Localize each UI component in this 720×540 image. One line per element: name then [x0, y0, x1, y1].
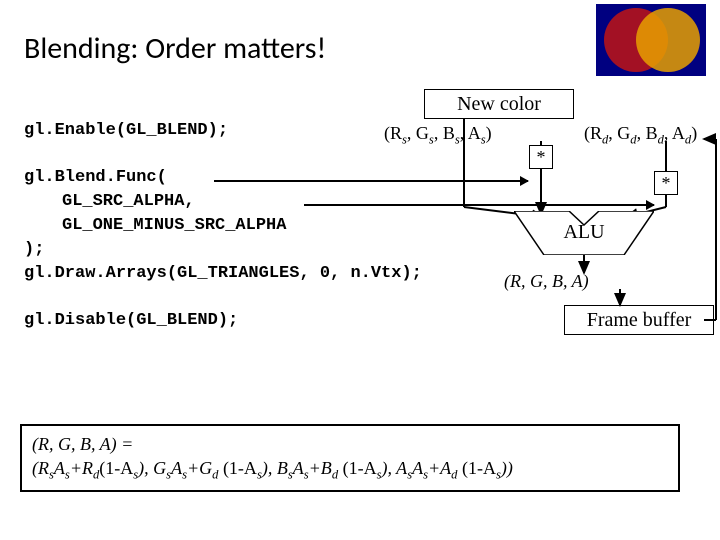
rgba-dest-label: (Rd, Gd, Bd, Ad) [584, 123, 697, 148]
multiply-dst-box: * [654, 171, 678, 195]
framebuffer-box: Frame buffer [564, 305, 714, 335]
equation-box: (R, G, B, A) = (RsAs+Rd(1-As), GsAs+Gd (… [20, 424, 680, 492]
code-line-drawarrays: gl.Draw.Arrays(GL_TRIANGLES, 0, n.Vtx); [24, 264, 422, 283]
equation-rhs: (RsAs+Rd(1-As), GsAs+Gd (1-As), BsAs+Bd … [32, 456, 668, 484]
header-venn-figure [596, 4, 706, 76]
code-line-disable: gl.Disable(GL_BLEND); [24, 311, 238, 330]
code-line-enable: gl.Enable(GL_BLEND); [24, 121, 228, 140]
multiply-src-box: * [529, 145, 553, 169]
rgba-output-label: (R, G, B, A) [504, 271, 589, 292]
newcolor-box: New color [424, 89, 574, 119]
code-block: gl.Enable(GL_BLEND); gl.Blend.Func( GL_S… [24, 95, 422, 357]
code-line-src-alpha: GL_SRC_ALPHA, [62, 192, 195, 211]
code-line-one-minus: GL_ONE_MINUS_SRC_ALPHA [62, 216, 286, 235]
code-line-blendfunc-open: gl.Blend.Func( [24, 168, 167, 187]
equation-lhs: (R, G, B, A) = [32, 432, 668, 456]
rgba-source-label: (Rs, Gs, Bs, As) [384, 123, 492, 148]
alu-node: ALU [514, 211, 654, 255]
figure-circle-yellow [636, 8, 700, 72]
blend-diagram: New color (Rs, Gs, Bs, As) (Rd, Gd, Bd, … [394, 89, 720, 349]
code-line-close-paren: ); [24, 240, 44, 259]
